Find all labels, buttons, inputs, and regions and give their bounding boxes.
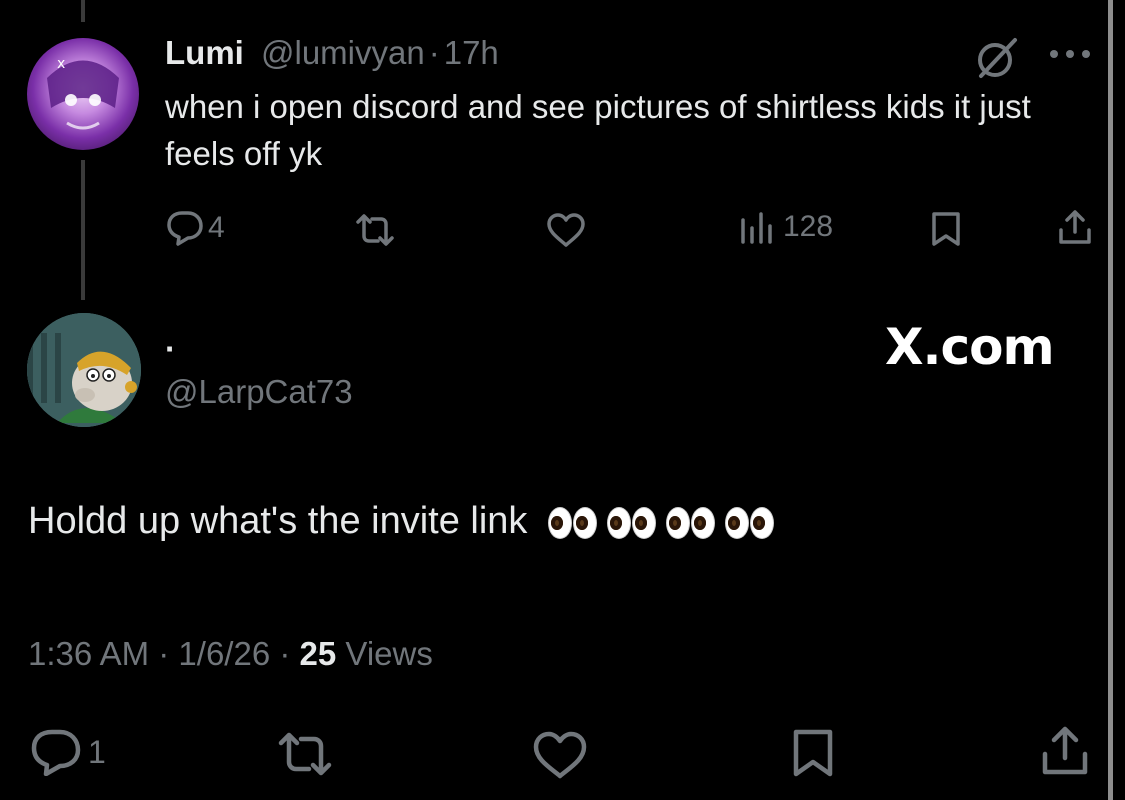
avatar-lumi-art: x [47, 56, 119, 130]
reply-tweet-body: Holdd up what's the invite link [28, 500, 780, 543]
reply-tweet-like-button[interactable] [532, 730, 588, 780]
reply-time[interactable]: 1:36 AM [28, 635, 149, 672]
views-icon [741, 212, 772, 244]
eyes-emoji [547, 506, 597, 539]
reply-views-label: Views [345, 635, 433, 672]
view-count: 128 [783, 210, 834, 243]
reply-display-name[interactable]: · [165, 330, 176, 368]
eyes-emoji [665, 506, 715, 539]
timestamp[interactable]: 17h [444, 34, 499, 71]
reply-icon [31, 729, 81, 776]
handle[interactable]: @lumivyan [261, 34, 425, 71]
parent-tweet-text: when i open discord and see pictures of … [165, 88, 1031, 172]
reply-tweet-share-button[interactable] [1040, 724, 1090, 778]
reply-tweet-repost-button[interactable] [276, 732, 334, 776]
reply-tweet-reply-count: 1 [88, 733, 106, 770]
thread-line-top [81, 0, 85, 22]
reply-count: 4 [208, 211, 225, 244]
reply-handle[interactable]: @LarpCat73 [165, 373, 353, 411]
views-button[interactable]: 128 [739, 210, 833, 244]
more-options-icon[interactable] [1048, 46, 1093, 62]
repost-icon [356, 214, 394, 246]
separator: · [428, 34, 440, 71]
eyes-emoji [606, 506, 656, 539]
avatar-lumi[interactable]: x [27, 38, 139, 150]
reply-views-count: 25 [299, 635, 337, 672]
thread-line-connector [81, 160, 85, 300]
eyes-emoji [724, 506, 774, 539]
like-button[interactable] [546, 212, 586, 248]
parent-tweet-header: Lumi @lumivyan · 17h [165, 34, 499, 72]
grok-icon[interactable] [973, 34, 1021, 82]
repost-icon [278, 732, 332, 776]
heart-icon [533, 731, 587, 779]
meta-separator: · [279, 635, 300, 672]
share-button[interactable] [1057, 208, 1093, 246]
reply-tweet-bookmark-button[interactable] [790, 728, 836, 778]
svg-text:x: x [57, 56, 65, 72]
display-name[interactable]: Lumi [165, 34, 244, 71]
scrollbar[interactable] [1108, 0, 1113, 800]
reply-tweet-reply-button[interactable]: 1 [30, 728, 106, 776]
reply-date[interactable]: 1/6/26 [178, 635, 270, 672]
share-icon [1042, 726, 1088, 775]
eyes-emoji-group [547, 506, 780, 539]
avatar-larpcat-art [27, 313, 141, 427]
reply-icon [167, 211, 203, 246]
bookmark-icon [793, 729, 833, 777]
bookmark-icon [932, 212, 960, 246]
avatar-larpcat[interactable] [27, 313, 141, 427]
reply-tweet-text: Holdd up what's the invite link [28, 500, 528, 542]
reply-meta: 1:36 AM · 1/6/26 · 25 Views [28, 635, 433, 673]
bookmark-button[interactable] [929, 211, 963, 247]
repost-button[interactable] [354, 214, 396, 246]
meta-separator: · [158, 635, 179, 672]
heart-icon [547, 213, 585, 247]
share-icon [1059, 210, 1091, 244]
xcom-watermark: X.com [885, 318, 1055, 376]
reply-button[interactable]: 4 [166, 210, 225, 246]
